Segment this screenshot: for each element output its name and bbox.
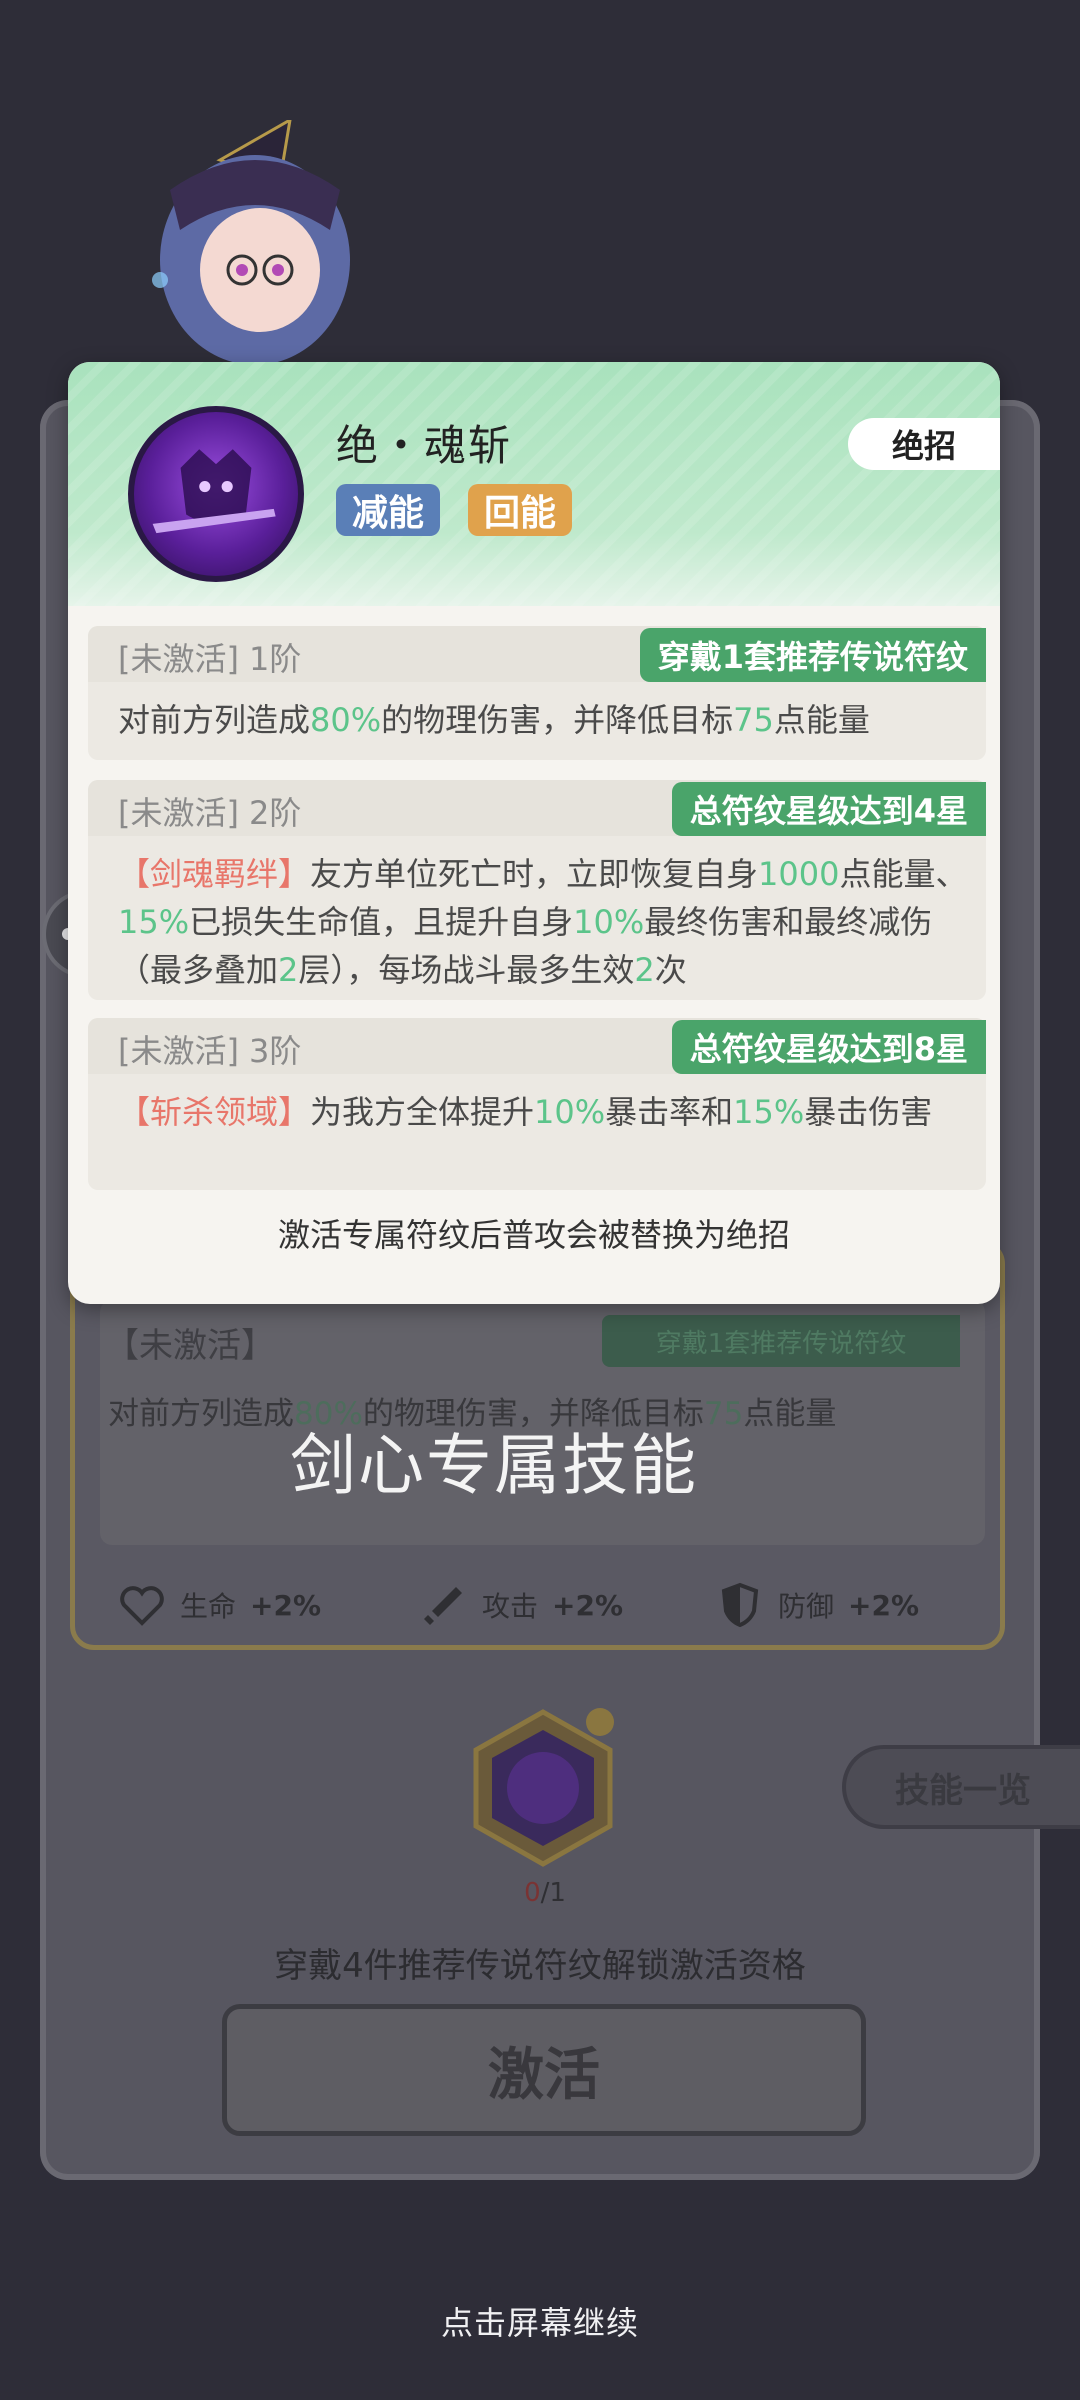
popup-footer-note: 激活专属符纹后普攻会被替换为绝招 (277, 1216, 790, 1254)
tier-description: 【剑魂羁绊】友方单位死亡时，立即恢复自身1000点能量、 15%已损失生命值，且提… (118, 850, 968, 994)
character-portrait (152, 120, 350, 365)
tier-requirement-chip: 穿戴1套推荐传说符纹 (639, 628, 986, 682)
tap-to-continue[interactable]: 点击屏幕继续 (0, 2298, 1080, 2344)
description-text: 暴击伤害 (804, 1093, 933, 1131)
tier-status-label: [未激活] (118, 1032, 239, 1070)
tier-level: 3阶 (248, 1032, 302, 1070)
stat-label: 防御 (778, 1590, 835, 1623)
tier-status-label: [未激活] (118, 640, 239, 678)
rune-count: 0/1 (500, 1878, 590, 1908)
stat-hp: 生命 +2% (118, 1580, 321, 1630)
skill-list-button[interactable]: 技能一览 (842, 1745, 1080, 1829)
skill-detail-popup[interactable]: 绝・魂斩 减能 回能 绝招 [未激活] 1阶 穿戴1套推荐传说符纹 对前方列造成8… (68, 362, 1000, 1304)
stat-value: +2% (552, 1588, 624, 1622)
stat-label: 生命 (180, 1590, 237, 1623)
rune-count-have: 0 (524, 1878, 541, 1908)
description-text: 暴击率和 (605, 1093, 734, 1131)
stat-defense: 防御 +2% (716, 1580, 919, 1630)
bg-requirement-chip: 穿戴1套推荐传说符纹 (602, 1315, 960, 1367)
description-text: 友方单位死亡时，立即恢复自身 (310, 855, 759, 893)
highlight-text: 75 (733, 701, 774, 739)
shield-icon (721, 1582, 759, 1628)
stat-value: +2% (848, 1588, 920, 1622)
heart-icon (120, 1586, 164, 1626)
tag-energy-reduce: 减能 (336, 484, 441, 536)
description-text: 点能量 (773, 701, 870, 739)
overlay-title: 剑心专属技能 (290, 1427, 698, 1504)
unlock-hint: 穿戴4件推荐传说符纹解锁激活资格 (274, 1946, 806, 1986)
tag-energy-restore: 回能 (468, 484, 573, 536)
highlight-text: 15% (733, 1093, 805, 1131)
rune-count-total: /1 (540, 1878, 566, 1908)
tier-level: 2阶 (248, 794, 302, 832)
skill-icon (128, 406, 304, 582)
bg-tier-status: 【未激活】 (105, 1326, 275, 1366)
stat-value: +2% (250, 1588, 322, 1622)
description-text: 为我方全体提升 (310, 1093, 535, 1131)
skill-name: 绝・魂斩 (336, 421, 513, 470)
highlight-text: 【剑魂羁绊】 (118, 855, 311, 893)
tier-description: 对前方列造成80%的物理伤害，并降低目标75点能量 (118, 696, 968, 744)
tier-requirement-chip: 总符纹星级达到4星 (671, 782, 986, 836)
description-text: 已损失生命值，且提升自身 (189, 903, 574, 941)
tier-description: 【斩杀领域】为我方全体提升10%暴击率和15%暴击伤害 (118, 1088, 968, 1136)
description-text: 层），每场战斗最多生效 (298, 951, 635, 989)
tier-status: [未激活] 3阶 (118, 1026, 301, 1072)
description-text: 对前方列造成 (118, 701, 311, 739)
tier-status: [未激活] 1阶 (118, 634, 301, 680)
description-text: 点能量、 (839, 855, 968, 893)
highlight-text: 15% (118, 903, 190, 941)
description-text: 次 (654, 951, 687, 989)
tier-status-label: [未激活] (118, 794, 239, 832)
tier-status: [未激活] 2阶 (118, 788, 301, 834)
highlight-text: 1000 (758, 855, 840, 893)
tier-level: 1阶 (248, 640, 302, 678)
description-text: 的物理伤害，并降低目标 (381, 701, 734, 739)
stat-attack: 攻击 +2% (420, 1580, 623, 1630)
highlight-text: 【斩杀领域】 (118, 1093, 311, 1131)
tier-1: [未激活] 1阶 穿戴1套推荐传说符纹 对前方列造成80%的物理伤害，并降低目标7… (88, 626, 986, 760)
stat-label: 攻击 (482, 1590, 539, 1623)
highlight-text: 10% (573, 903, 645, 941)
tier-2: [未激活] 2阶 总符纹星级达到4星 【剑魂羁绊】友方单位死亡时，立即恢复自身10… (88, 780, 986, 1000)
highlight-text: 2 (278, 951, 299, 989)
highlight-text: 80% (310, 701, 382, 739)
sword-icon (424, 1587, 462, 1625)
highlight-text: 10% (534, 1093, 606, 1131)
tier-requirement-chip: 总符纹星级达到8星 (671, 1020, 986, 1074)
highlight-text: 2 (634, 951, 655, 989)
tier-3: [未激活] 3阶 总符纹星级达到8星 【斩杀领域】为我方全体提升10%暴击率和15… (88, 1018, 986, 1190)
exclusive-rune-slot[interactable] (468, 1708, 618, 1868)
ultimate-badge: 绝招 (848, 418, 1000, 470)
activate-button[interactable]: 激活 (222, 2004, 866, 2136)
